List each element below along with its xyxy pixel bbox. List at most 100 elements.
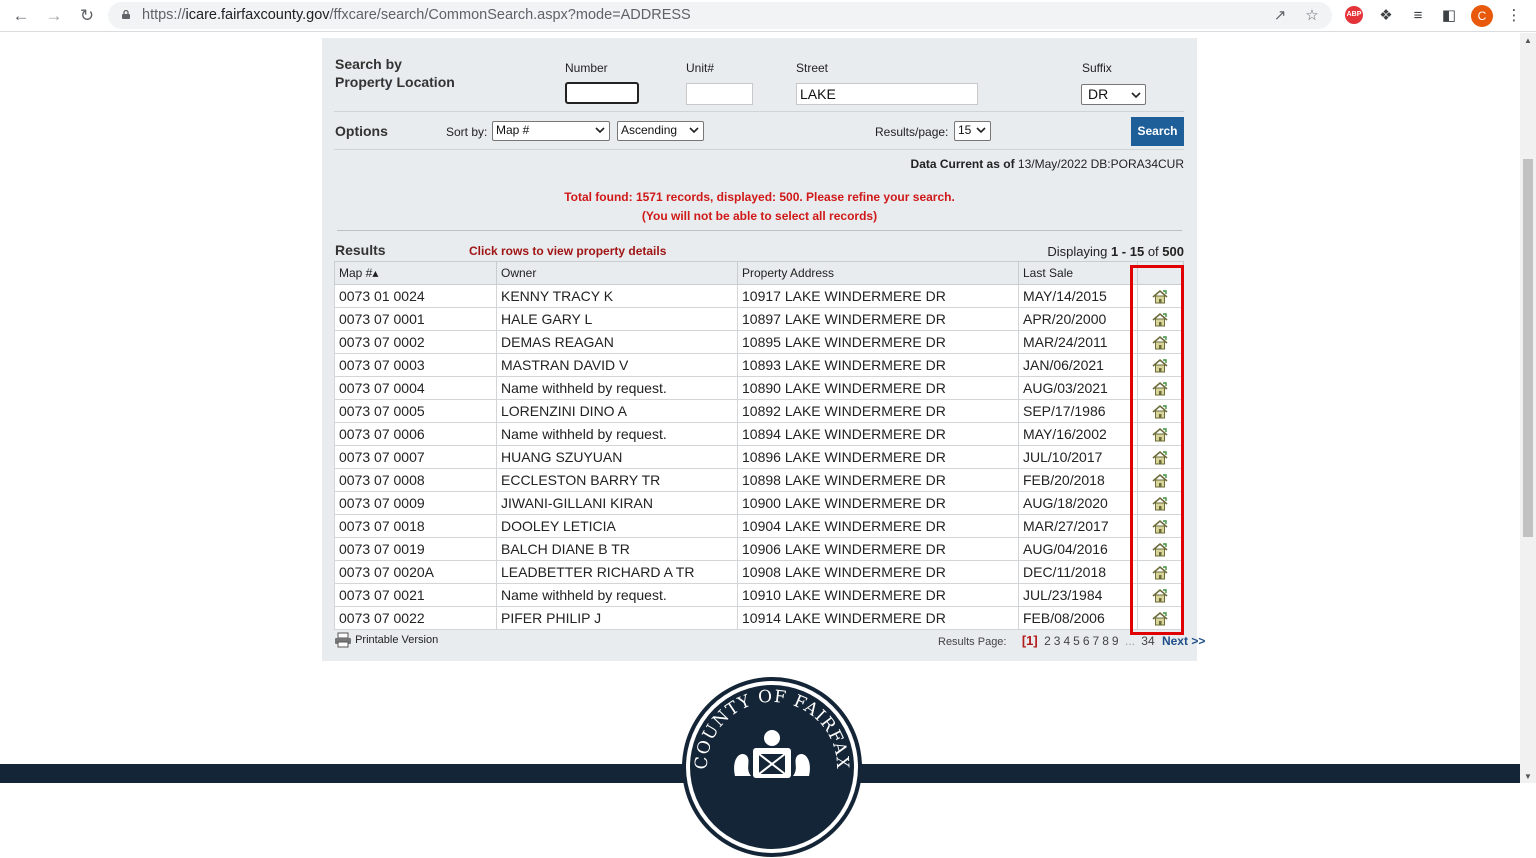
cell-owner: Name withheld by request. [496,376,738,400]
sort-field-select[interactable]: Map # [492,121,610,141]
cell-map: 0073 07 0005 [334,399,497,423]
reload-icon[interactable]: ↻ [75,4,99,28]
cell-owner: MASTRAN DAVID V [496,353,738,377]
cell-last-sale: JUL/10/2017 [1018,445,1138,469]
cell-address: 10908 LAKE WINDERMERE DR [737,560,1019,584]
page-link-4[interactable]: 4 [1063,634,1070,648]
bookmark-star-icon[interactable]: ☆ [1302,6,1322,26]
table-row[interactable]: 0073 07 0020A LEADBETTER RICHARD A TR 1090… [334,560,1184,584]
address-bar[interactable]: https://icare.fairfaxcounty.gov/ffxcare/… [108,2,1332,29]
highlight-box [1130,265,1184,635]
page-scrollbar[interactable]: ▲ ▼ [1520,33,1536,783]
street-label: Street [796,61,829,75]
column-header-map[interactable]: Map #▴ [334,261,497,285]
scroll-up-arrow-icon[interactable]: ▲ [1524,36,1532,45]
cell-map: 0073 07 0018 [334,514,497,538]
cell-last-sale: AUG/18/2020 [1018,491,1138,515]
cell-owner: Name withheld by request. [496,583,738,607]
back-arrow-icon[interactable]: ← [9,4,33,28]
table-row[interactable]: 0073 07 0018 DOOLEY LETICIA 10904 LAKE WIN… [334,514,1184,538]
cell-address: 10910 LAKE WINDERMERE DR [737,583,1019,607]
divider [334,111,1184,112]
table-row[interactable]: 0073 07 0002 DEMAS REAGAN 10895 LAKE WINDE… [334,330,1184,354]
page-link-7[interactable]: 7 [1093,634,1100,648]
cell-last-sale: JAN/06/2021 [1018,353,1138,377]
displaying-range: 1 - 15 [1110,244,1145,259]
warning-line-1: Total found: 1571 records, displayed: 50… [564,190,955,204]
column-header-address[interactable]: Property Address [737,261,1019,285]
cell-address: 10897 LAKE WINDERMERE DR [737,307,1019,331]
cell-map: 0073 07 0007 [334,445,497,469]
scroll-thumb[interactable] [1523,159,1533,537]
scroll-down-arrow-icon[interactable]: ▼ [1524,772,1532,781]
sort-by-label: Sort by: [446,125,488,139]
results-per-page-value: 15 [958,123,972,137]
cell-last-sale: MAY/14/2015 [1018,284,1138,308]
page-link-8[interactable]: 8 [1102,634,1109,648]
table-row[interactable]: 0073 07 0001 HALE GARY L 10897 LAKE WINDER… [334,307,1184,331]
cell-map: 0073 07 0019 [334,537,497,561]
cell-owner: KENNY TRACY K [496,284,738,308]
cell-address: 10893 LAKE WINDERMERE DR [737,353,1019,377]
printable-version-label: Printable Version [355,633,439,646]
cell-last-sale: JUL/23/1984 [1018,583,1138,607]
sort-order-select[interactable]: Ascending [617,121,704,141]
cell-address: 10904 LAKE WINDERMERE DR [737,514,1019,538]
number-field[interactable] [565,82,639,104]
reading-list-icon[interactable]: ≡ [1407,5,1429,27]
cell-last-sale: SEP/17/1986 [1018,399,1138,423]
adblock-extension-icon[interactable]: ABP [1345,6,1363,24]
menu-dots-icon[interactable]: ⋮ [1503,5,1525,27]
cell-address: 10892 LAKE WINDERMERE DR [737,399,1019,423]
results-per-page-select[interactable]: 15 [954,121,991,141]
street-field[interactable]: LAKE [796,83,978,105]
side-panel-icon[interactable]: ◧ [1438,5,1460,27]
page-link-5[interactable]: 5 [1073,634,1080,648]
printable-version-link[interactable]: Printable Version [334,632,438,648]
suffix-label: Suffix [1082,61,1112,75]
cell-map: 0073 07 0002 [334,330,497,354]
table-row[interactable]: 0073 07 0003 MASTRAN DAVID V 10893 LAKE WI… [334,353,1184,377]
column-header-owner[interactable]: Owner [496,261,738,285]
cell-last-sale: DEC/11/2018 [1018,560,1138,584]
cell-map: 0073 07 0006 [334,422,497,446]
table-row[interactable]: 0073 07 0019 BALCH DIANE B TR 10906 LAKE W… [334,537,1184,561]
displaying-of: of [1147,244,1159,259]
cell-owner: JIWANI-GILLANI KIRAN [496,491,738,515]
page-link-3[interactable]: 3 [1054,634,1061,648]
extensions-puzzle-icon[interactable]: ❖ [1375,5,1397,27]
table-row[interactable]: 0073 07 0008 ECCLESTON BARRY TR 10898 LAKE… [334,468,1184,492]
page-link-2[interactable]: 2 [1044,634,1051,648]
printer-icon [335,632,351,648]
table-row[interactable]: 0073 07 0009 JIWANI-GILLANI KIRAN 10900 LA… [334,491,1184,515]
table-row[interactable]: 0073 07 0005 LORENZINI DINO A 10892 LAKE W… [334,399,1184,423]
pagination: Results Page: [1] 23456789 ... 34 Next >… [938,633,1205,648]
data-current-value: 13/May/2022 DB:PORA34CUR [1017,157,1184,171]
suffix-select[interactable]: DR [1081,84,1146,105]
table-row[interactable]: 0073 07 0006 Name withheld by request. 108… [334,422,1184,446]
table-row[interactable]: 0073 07 0004 Name withheld by request. 108… [334,376,1184,400]
url-text: https://icare.fairfaxcounty.gov/ffxcare/… [142,7,691,23]
browser-toolbar: ← → ↻ https://icare.fairfaxcounty.gov/ff… [0,0,1536,32]
profile-avatar[interactable]: C [1471,5,1493,27]
page-link-last[interactable]: 34 [1141,634,1154,648]
share-icon[interactable]: ↗ [1270,6,1290,26]
table-row[interactable]: 0073 07 0007 HUANG SZUYUAN 10896 LAKE WIND… [334,445,1184,469]
table-row[interactable]: 0073 07 0022 PIFER PHILIP J 10914 LAKE WIN… [334,606,1184,630]
search-button[interactable]: Search [1131,117,1184,146]
results-per-page-label: Results/page: [875,125,949,139]
column-header-last-sale[interactable]: Last Sale [1018,261,1138,285]
cell-owner: LORENZINI DINO A [496,399,738,423]
table-row[interactable]: 0073 01 0024 KENNY TRACY K 10917 LAKE WIND… [334,284,1184,308]
cell-last-sale: MAR/24/2011 [1018,330,1138,354]
sort-field-value: Map # [496,123,530,137]
page-link-9[interactable]: 9 [1112,634,1119,648]
page-link-6[interactable]: 6 [1083,634,1090,648]
forward-arrow-icon[interactable]: → [42,4,66,28]
page-ellipsis: ... [1124,634,1135,648]
table-row[interactable]: 0073 07 0021 Name withheld by request. 109… [334,583,1184,607]
cell-owner: ECCLESTON BARRY TR [496,468,738,492]
unit-field[interactable] [686,83,753,105]
cell-address: 10890 LAKE WINDERMERE DR [737,376,1019,400]
next-page-link[interactable]: Next >> [1162,634,1205,648]
